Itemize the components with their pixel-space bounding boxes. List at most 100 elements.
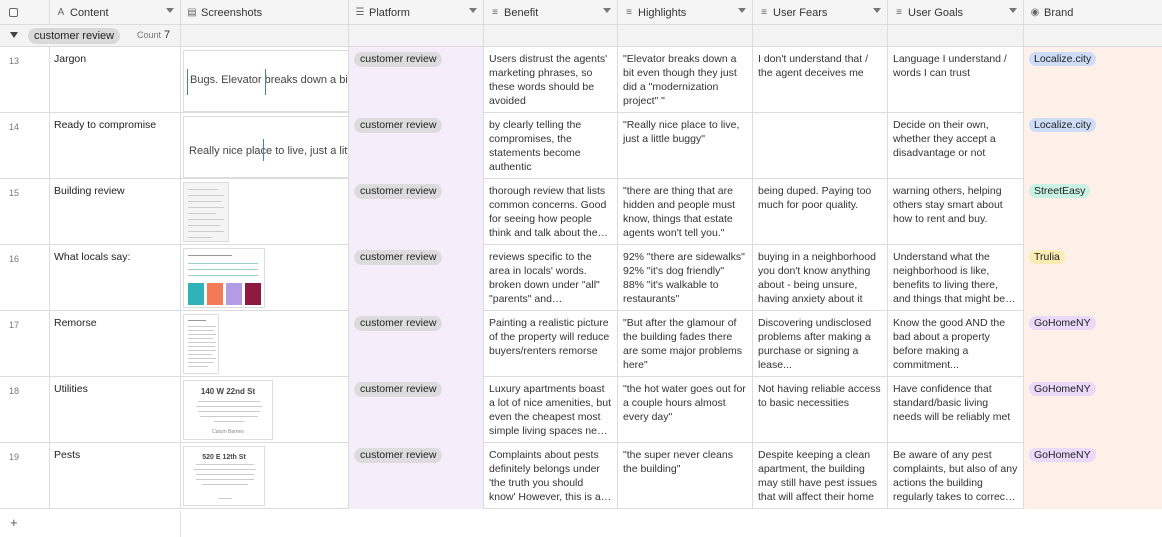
cell-benefit[interactable]: Luxury apartments boast a lot of nice am… [484, 377, 618, 443]
cell-brand[interactable]: GoHomeNY [1024, 443, 1162, 509]
chevron-down-icon[interactable] [738, 8, 746, 13]
cell-platform[interactable]: customer review [349, 443, 484, 509]
cell-brand[interactable]: StreetEasy [1024, 179, 1162, 245]
selection-cursor [187, 69, 188, 95]
cell-highlights[interactable]: "the hot water goes out for a couple hou… [618, 377, 753, 443]
screenshot-thumbnail[interactable]: 520 E 12th St [183, 446, 265, 506]
table-row[interactable]: 15 Building review customer review thoro… [0, 179, 1162, 245]
cell-highlights[interactable]: "Elevator breaks down a bit even though … [618, 47, 753, 113]
group-header-row[interactable]: customer review Count 7 [0, 25, 1162, 47]
cell-user-fears[interactable]: buying in a neighborhood you don't know … [753, 245, 888, 311]
cell-screenshots[interactable]: 520 E 12th St [181, 443, 349, 509]
cell-highlights[interactable]: 92% "there are sidewalks" 92% "it's dog … [618, 245, 753, 311]
cell-benefit[interactable]: by clearly telling the compromises, the … [484, 113, 618, 179]
column-header-content[interactable]: A Content [50, 0, 181, 25]
column-header-user-fears[interactable]: ≡ User Fears [753, 0, 888, 25]
chevron-down-icon[interactable] [603, 8, 611, 13]
screenshot-thumbnail[interactable] [183, 314, 219, 374]
cell-platform[interactable]: customer review [349, 179, 484, 245]
cell-platform[interactable]: customer review [349, 377, 484, 443]
cell-benefit[interactable]: Complaints about pests definitely belong… [484, 443, 618, 509]
cell-screenshots[interactable]: Really nice place to live, just a little [181, 113, 349, 179]
cell-user-fears[interactable]: Discovering undisclosed problems after m… [753, 311, 888, 377]
chevron-down-icon[interactable] [1009, 8, 1017, 13]
table-row[interactable]: 18 Utilities 140 W 22nd St Calum Barnes … [0, 377, 1162, 443]
column-header-highlights[interactable]: ≡ Highlights [618, 0, 753, 25]
column-header-platform[interactable]: ☰ Platform [349, 0, 484, 25]
group-count: Count 7 [137, 29, 170, 41]
platform-pill: customer review [354, 250, 443, 265]
chevron-down-icon[interactable] [166, 8, 174, 13]
cell-benefit[interactable]: thorough review that lists common concer… [484, 179, 618, 245]
cell-benefit[interactable]: reviews specific to the area in locals' … [484, 245, 618, 311]
cell-user-goals[interactable]: Be aware of any pest complaints, but als… [888, 443, 1024, 509]
cell-brand[interactable]: Localize.city [1024, 47, 1162, 113]
thumbnail-card [245, 283, 261, 305]
column-header-user-goals[interactable]: ≡ User Goals [888, 0, 1024, 25]
add-record-button[interactable]: + [10, 515, 18, 530]
cell-brand[interactable]: Trulia [1024, 245, 1162, 311]
cell-user-goals[interactable]: Decide on their own, whether they accept… [888, 113, 1024, 179]
select-all-checkbox[interactable] [9, 8, 18, 17]
cell-benefit[interactable]: Painting a realistic picture of the prop… [484, 311, 618, 377]
cell-content[interactable]: Remorse [50, 311, 181, 377]
thumbnail-line [188, 195, 224, 196]
cell-screenshots[interactable] [181, 245, 349, 311]
cell-user-fears[interactable] [753, 113, 888, 179]
screenshot-thumbnail[interactable]: Really nice place to live, just a little [183, 116, 348, 178]
cell-content[interactable]: Ready to compromise [50, 113, 181, 179]
cell-content[interactable]: Building review [50, 179, 181, 245]
cell-user-goals[interactable]: Have confidence that standard/basic livi… [888, 377, 1024, 443]
goals-text: Language I understand / words I can trus… [893, 53, 1007, 79]
screenshot-thumbnail[interactable] [183, 248, 265, 308]
cell-content[interactable]: Jargon [50, 47, 181, 113]
cell-brand[interactable]: GoHomeNY [1024, 377, 1162, 443]
table-row[interactable]: 17 Remorse customer review Painting a re… [0, 311, 1162, 377]
cell-user-goals[interactable]: warning others, helping others stay smar… [888, 179, 1024, 245]
cell-content[interactable]: Pests [50, 443, 181, 509]
cell-content[interactable]: Utilities [50, 377, 181, 443]
screenshot-thumbnail[interactable]: 140 W 22nd St Calum Barnes [183, 380, 273, 440]
table-row[interactable]: 16 What locals say: customer review revi… [0, 245, 1162, 311]
collapse-triangle-icon[interactable] [10, 32, 18, 38]
cell-platform[interactable]: customer review [349, 113, 484, 179]
cell-highlights[interactable]: "But after the glamour of the building f… [618, 311, 753, 377]
cell-user-fears[interactable]: I don't understand that / the agent dece… [753, 47, 888, 113]
cell-user-fears[interactable]: Not having reliable access to basic nece… [753, 377, 888, 443]
cell-user-fears[interactable]: Despite keeping a clean apartment, the b… [753, 443, 888, 509]
chevron-down-icon[interactable] [469, 8, 477, 13]
cell-highlights[interactable]: "the super never cleans the building" [618, 443, 753, 509]
column-header-screenshots[interactable]: ▤ Screenshots [181, 0, 349, 25]
chevron-down-icon[interactable] [873, 8, 881, 13]
column-header-benefit[interactable]: ≡ Benefit [484, 0, 618, 25]
cell-screenshots[interactable]: Bugs. Elevator breaks down a bit e [181, 47, 349, 113]
cell-highlights[interactable]: "Really nice place to live, just a littl… [618, 113, 753, 179]
fears-text: Discovering undisclosed problems after m… [758, 317, 872, 371]
cell-brand[interactable]: Localize.city [1024, 113, 1162, 179]
column-header-brand[interactable]: ◉ Brand [1024, 0, 1162, 25]
screenshot-thumbnail[interactable] [183, 182, 229, 242]
cell-user-goals[interactable]: Language I understand / words I can trus… [888, 47, 1024, 113]
cell-platform[interactable]: customer review [349, 311, 484, 377]
cell-benefit[interactable]: Users distrust the agents' marketing phr… [484, 47, 618, 113]
table-row[interactable]: 19 Pests 520 E 12th St customer review C… [0, 443, 1162, 509]
cell-user-goals[interactable]: Understand what the neighborhood is like… [888, 245, 1024, 311]
thumbnail-line [188, 237, 212, 238]
cell-screenshots[interactable] [181, 179, 349, 245]
cell-content[interactable]: What locals say: [50, 245, 181, 311]
thumbnail-line [188, 225, 220, 226]
table-row[interactable]: 13 Jargon Bugs. Elevator breaks down a b… [0, 47, 1162, 113]
screenshot-thumbnail[interactable]: Bugs. Elevator breaks down a bit e [183, 50, 348, 112]
table-row[interactable]: 14 Ready to compromise Really nice place… [0, 113, 1162, 179]
brand-pill: Trulia [1029, 250, 1065, 264]
cell-highlights[interactable]: "there are thing that are hidden and peo… [618, 179, 753, 245]
cell-user-goals[interactable]: Know the good AND the bad about a proper… [888, 311, 1024, 377]
cell-user-fears[interactable]: being duped. Paying too much for poor qu… [753, 179, 888, 245]
row-number: 16 [0, 245, 50, 311]
highlights-text: 92% "there are sidewalks" 92% "it's dog … [623, 251, 745, 305]
cell-screenshots[interactable]: 140 W 22nd St Calum Barnes [181, 377, 349, 443]
cell-platform[interactable]: customer review [349, 245, 484, 311]
cell-platform[interactable]: customer review [349, 47, 484, 113]
cell-screenshots[interactable] [181, 311, 349, 377]
cell-brand[interactable]: GoHomeNY [1024, 311, 1162, 377]
